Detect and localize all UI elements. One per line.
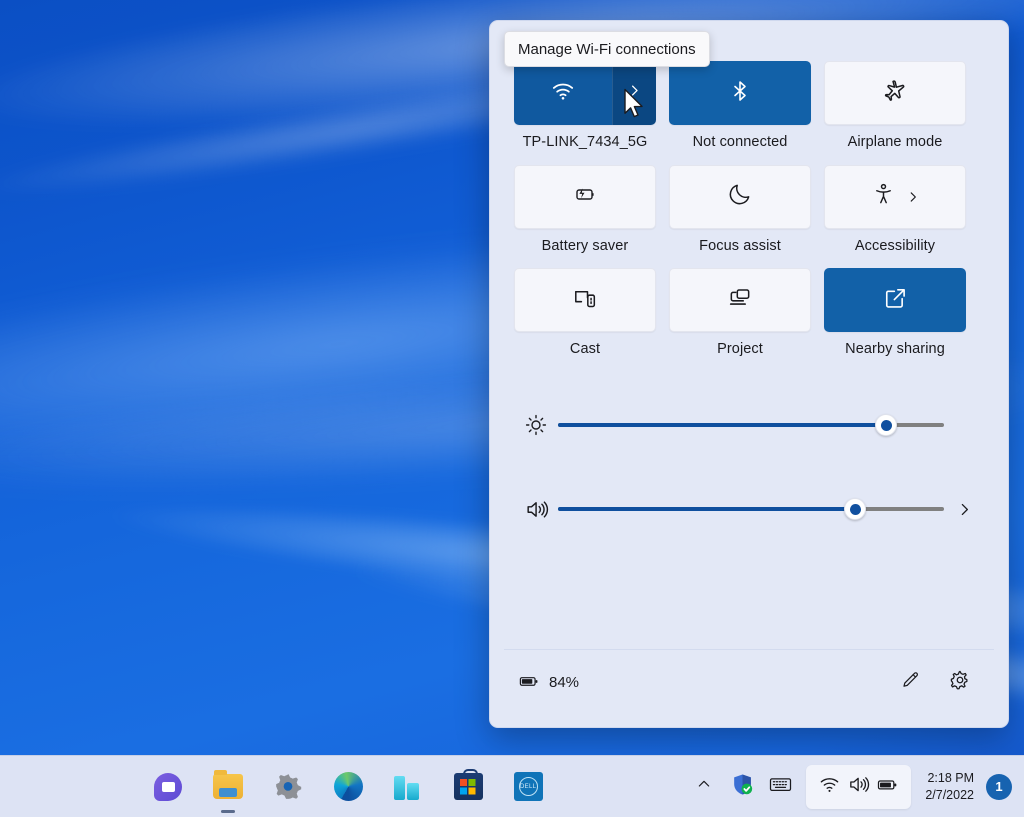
tile-label-focus-assist: Focus assist (699, 237, 781, 254)
quick-settings-sliders (490, 372, 1008, 649)
project-icon (727, 285, 753, 316)
folder-icon (213, 770, 244, 799)
battery-percent-label: 84% (549, 674, 580, 691)
slider-fill (558, 507, 856, 512)
battery-status[interactable]: 84% (518, 670, 579, 696)
brightness-slider-thumb[interactable] (875, 414, 898, 437)
tile-cell-battery-saver: Battery saver (514, 164, 656, 255)
tile-wifi[interactable] (514, 61, 656, 125)
tile-label-wifi: TP-LINK_7434_5G (522, 134, 648, 150)
tray-overflow-button[interactable] (686, 767, 722, 807)
tile-cell-project: Project (669, 268, 811, 358)
cast-icon (572, 285, 598, 316)
running-indicator (221, 809, 236, 813)
slider-fill (558, 423, 887, 428)
tray-quick-settings-button[interactable] (806, 764, 912, 809)
tile-cell-bluetooth: Not connected (669, 61, 811, 151)
tile-airplane-mode[interactable] (824, 61, 966, 125)
open-settings-button[interactable] (940, 663, 980, 703)
taskbar: DELL 2:18 PM 2/7/2022 1 (0, 755, 1024, 817)
wifi-expand-button[interactable] (612, 61, 656, 125)
brightness-slider[interactable] (558, 414, 944, 437)
tile-cell-focus-assist: Focus assist (669, 164, 811, 255)
brightness-icon (514, 413, 558, 437)
store-icon (453, 769, 483, 800)
clock-time: 2:18 PM (927, 770, 974, 785)
dell-icon: DELL (513, 772, 543, 801)
taskbar-settings-app[interactable] (266, 765, 310, 809)
volume-icon (514, 497, 558, 522)
tray-keyboard-button[interactable] (762, 767, 798, 807)
chat-icon (154, 772, 183, 801)
taskbar-dell-app[interactable]: DELL (506, 765, 550, 809)
tile-cell-wifi: TP-LINK_7434_5G (514, 61, 656, 151)
wifi-toggle-button[interactable] (514, 61, 612, 125)
tile-row: TP-LINK_7434_5G Not connected Airplane m… (514, 61, 984, 151)
tile-label-cast: Cast (569, 341, 601, 358)
tile-label-battery-saver: Battery saver (541, 237, 629, 254)
tile-accessibility[interactable] (824, 164, 966, 229)
nearby-sharing-icon (882, 285, 908, 316)
tile-cast[interactable] (514, 268, 656, 333)
gear-icon (274, 772, 303, 801)
server-icon (394, 773, 422, 800)
quick-settings-tiles: TP-LINK_7434_5G Not connected Airplane m… (490, 21, 1008, 372)
volume-slider-row (514, 482, 984, 536)
gear-icon (949, 669, 971, 696)
taskbar-microsoft-store[interactable] (446, 765, 490, 809)
edit-quick-settings-button[interactable] (890, 663, 930, 703)
chevron-right-icon (627, 83, 642, 103)
battery-icon (876, 773, 899, 801)
volume-icon (847, 773, 870, 801)
taskbar-microsoft-edge[interactable] (326, 765, 370, 809)
bluetooth-icon (728, 79, 752, 108)
tile-project[interactable] (669, 268, 811, 333)
shield-check-icon (730, 772, 755, 802)
volume-slider-thumb[interactable] (844, 498, 867, 521)
tile-label-nearby-sharing: Nearby sharing (845, 341, 945, 358)
clock-date: 2/7/2022 (925, 787, 974, 802)
tile-row: Battery saver Focus assist Accessibility (514, 164, 984, 255)
taskbar-apps: DELL (0, 765, 686, 813)
brightness-slider-row (514, 398, 984, 452)
tile-cell-nearby-sharing: Nearby sharing (824, 268, 966, 358)
tile-cell-accessibility: Accessibility (824, 164, 966, 255)
accessibility-icon (871, 182, 896, 212)
wifi-icon (818, 773, 841, 801)
taskbar-file-explorer[interactable] (206, 765, 250, 813)
quick-settings-panel: TP-LINK_7434_5G Not connected Airplane m… (489, 20, 1009, 728)
taskbar-server-manager[interactable] (386, 765, 430, 809)
tile-label-accessibility: Accessibility (854, 237, 936, 254)
pencil-icon (900, 670, 921, 696)
tile-bluetooth[interactable] (669, 61, 811, 125)
chevron-right-icon (906, 190, 920, 204)
tile-row: Cast Project Nearby sharing (514, 268, 984, 358)
tile-label-project: Project (717, 341, 763, 358)
tile-label-bluetooth: Not connected (692, 134, 788, 150)
battery-icon (518, 670, 540, 696)
tray-clock[interactable]: 2:18 PM 2/7/2022 (919, 770, 982, 804)
moon-icon (727, 181, 753, 212)
volume-slider[interactable] (558, 498, 944, 521)
tile-cell-cast: Cast (514, 268, 656, 358)
tile-label-airplane: Airplane mode (847, 134, 943, 150)
battery-saver-icon (571, 180, 599, 213)
quick-settings-footer: 84% (504, 649, 994, 715)
notification-badge[interactable]: 1 (986, 773, 1012, 800)
tile-cell-airplane: Airplane mode (824, 61, 966, 151)
tile-battery-saver[interactable] (514, 164, 656, 229)
chevron-up-icon (696, 776, 712, 797)
desktop: TP-LINK_7434_5G Not connected Airplane m… (0, 0, 1024, 817)
tile-focus-assist[interactable] (669, 164, 811, 229)
system-tray: 2:18 PM 2/7/2022 1 (686, 764, 1024, 809)
taskbar-chat-app[interactable] (146, 765, 190, 809)
edge-icon (333, 772, 363, 801)
keyboard-icon (768, 772, 793, 802)
tray-defender-button[interactable] (724, 767, 760, 807)
wifi-tooltip: Manage Wi-Fi connections (504, 31, 710, 67)
wifi-icon (550, 78, 576, 109)
tile-nearby-sharing[interactable] (824, 268, 966, 333)
volume-output-button[interactable] (944, 501, 984, 518)
airplane-icon (882, 78, 908, 109)
